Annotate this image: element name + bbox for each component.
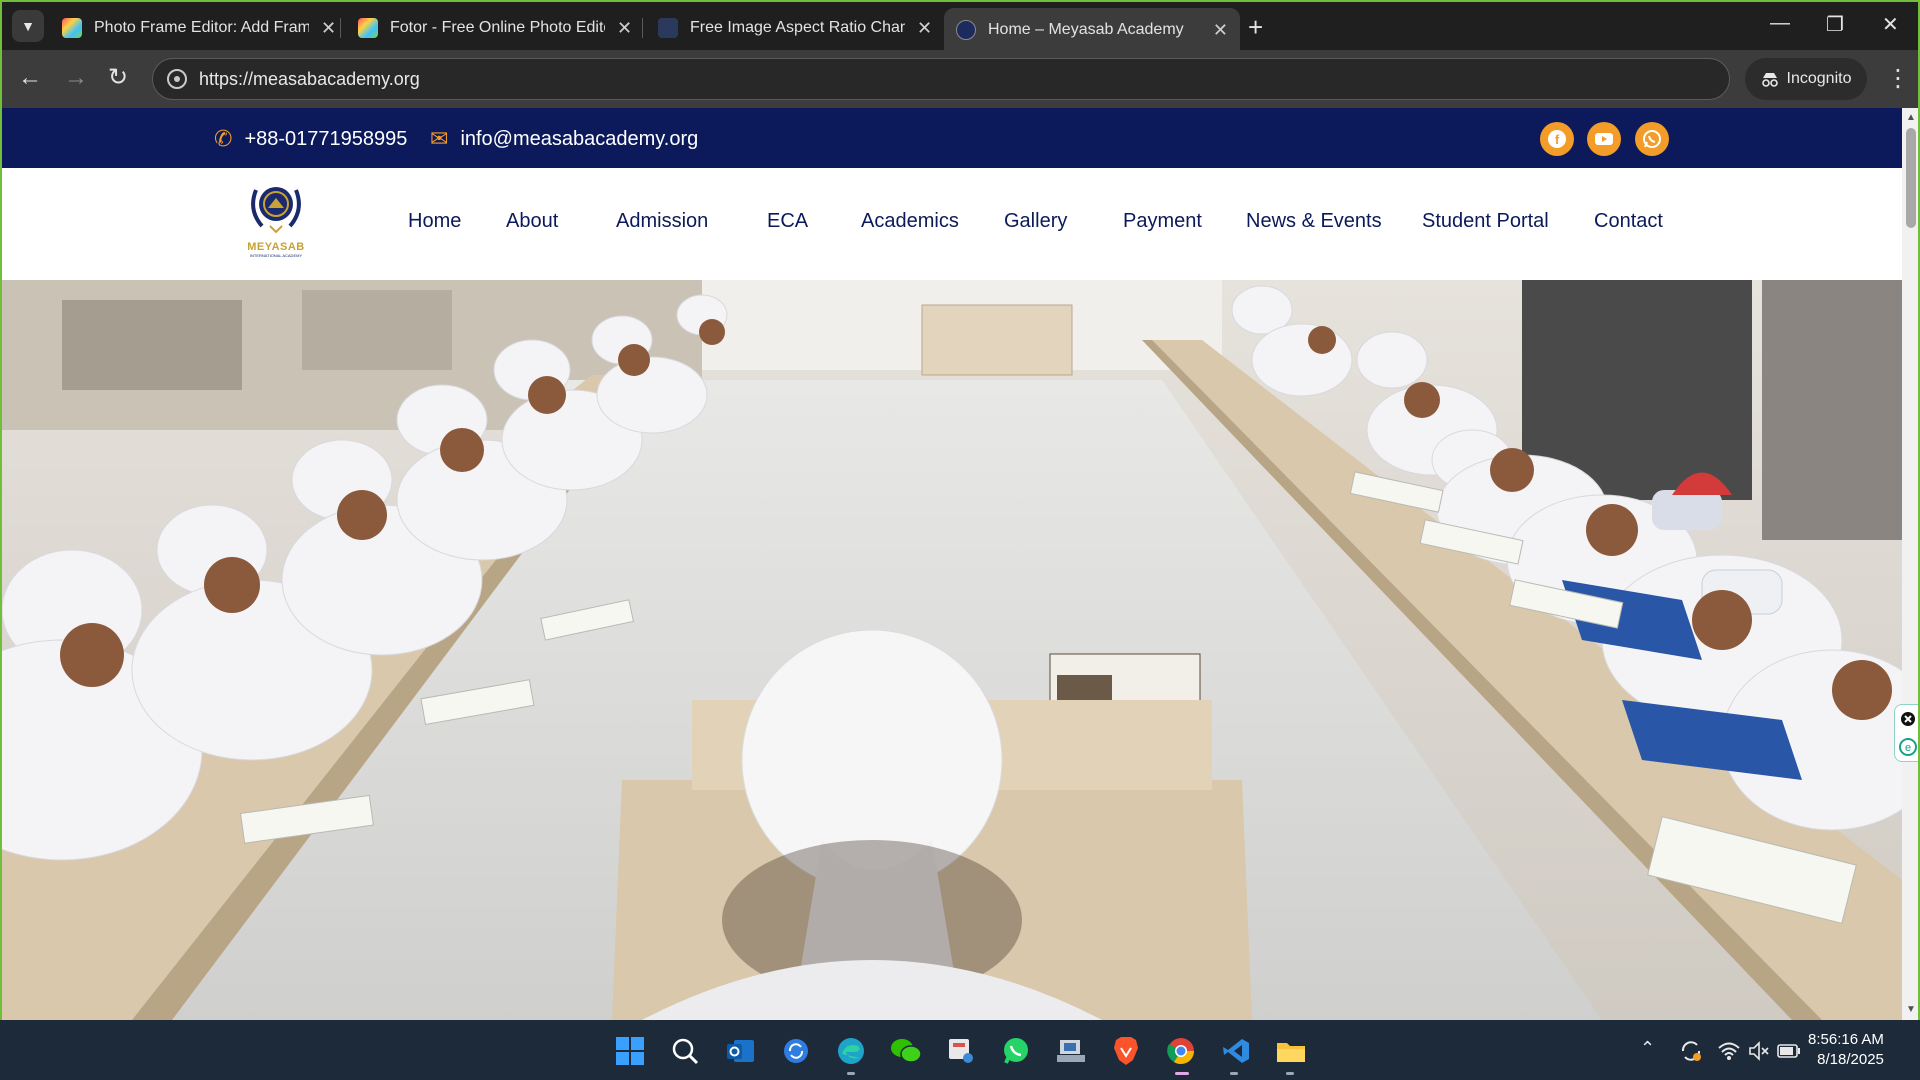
tab-title: Home – Meyasab Academy: [988, 21, 1184, 38]
vscode-icon[interactable]: [1219, 1034, 1253, 1068]
browser-menu-button[interactable]: ⋮: [1886, 64, 1910, 93]
running-indicator: [1286, 1072, 1294, 1075]
url-text[interactable]: https://measabacademy.org: [199, 69, 420, 90]
nav-student-portal[interactable]: Student Portal: [1422, 210, 1549, 233]
page-scrollbar[interactable]: ▲ ▼: [1902, 108, 1918, 1020]
logo-subtitle: INTERNATIONAL ACADEMY: [249, 253, 303, 258]
incognito-badge[interactable]: Incognito: [1745, 58, 1867, 100]
forward-button[interactable]: →: [64, 64, 88, 92]
reload-button[interactable]: ↻: [108, 64, 128, 92]
restore-button[interactable]: ❐: [1826, 12, 1844, 37]
tab-title: Free Image Aspect Ratio Chang: [690, 19, 905, 36]
youtube-icon[interactable]: [1587, 122, 1621, 156]
tab-favicon-icon: [62, 18, 82, 38]
tab-favicon-icon: [358, 18, 378, 38]
svg-text:f: f: [1555, 132, 1560, 147]
nav-gallery[interactable]: Gallery: [1004, 210, 1067, 233]
site-logo[interactable]: MEYASAB INTERNATIONAL ACADEMY: [242, 180, 310, 266]
tab-title: Photo Frame Editor: Add Frame: [94, 19, 309, 36]
brave-icon[interactable]: [1109, 1034, 1143, 1068]
nav-admission[interactable]: Admission: [616, 210, 708, 233]
nav-payment[interactable]: Payment: [1123, 210, 1202, 233]
windows-taskbar: ⌃ 8:56:16 AM 8/18/2025: [0, 1020, 1920, 1080]
address-bar[interactable]: https://measabacademy.org: [152, 58, 1730, 100]
clock-date: 8/18/2025: [1817, 1051, 1884, 1068]
floating-side-widget[interactable]: e: [1894, 704, 1918, 762]
facebook-icon[interactable]: f: [1540, 122, 1574, 156]
close-tab-icon[interactable]: ✕: [617, 18, 632, 39]
network-app-icon[interactable]: [1054, 1034, 1088, 1068]
nav-home[interactable]: Home: [408, 210, 461, 233]
main-navigation: MEYASAB INTERNATIONAL ACADEMY Home About…: [2, 168, 1902, 280]
email-address[interactable]: info@measabacademy.org: [460, 128, 698, 151]
tab-fotor[interactable]: Fotor - Free Online Photo Edito ✕: [346, 8, 644, 48]
volume-muted-icon[interactable]: [1742, 1034, 1776, 1068]
close-window-button[interactable]: ✕: [1882, 12, 1899, 37]
phone-number[interactable]: +88-01771958995: [244, 128, 407, 151]
tab-title: Fotor - Free Online Photo Edito: [390, 19, 605, 36]
nav-eca[interactable]: ECA: [767, 210, 808, 233]
windows-start-icon[interactable]: [613, 1034, 647, 1068]
whatsapp-taskbar-icon[interactable]: [999, 1034, 1033, 1068]
file-explorer-icon[interactable]: [1274, 1034, 1308, 1068]
tab-aspect-ratio[interactable]: Free Image Aspect Ratio Chang ✕: [646, 8, 944, 48]
nav-about[interactable]: About: [506, 210, 558, 233]
tab-search-button[interactable]: ▼: [12, 10, 44, 42]
close-widget-icon[interactable]: [1900, 711, 1916, 727]
browser-toolbar: ← → ↻ https://measabacademy.org Incognit…: [0, 50, 1920, 108]
scroll-thumb[interactable]: [1906, 128, 1916, 228]
mail-icon: ✉: [430, 126, 449, 151]
tab-photo-frame-editor[interactable]: Photo Frame Editor: Add Frame ✕: [50, 8, 348, 48]
tab-favicon-icon: [956, 20, 976, 40]
edge-icon[interactable]: [834, 1034, 868, 1068]
close-tab-icon[interactable]: ✕: [1213, 20, 1228, 41]
incognito-icon: [1761, 73, 1778, 87]
sync-icon[interactable]: [779, 1034, 813, 1068]
running-indicator: [847, 1072, 855, 1075]
page-viewport: ✆ +88-01771958995 ✉ info@measabacademy.o…: [0, 108, 1920, 1020]
snipping-tool-icon[interactable]: [944, 1034, 978, 1068]
scroll-down-icon[interactable]: ▼: [1906, 1004, 1916, 1015]
search-icon[interactable]: [668, 1034, 702, 1068]
chevron-down-icon: ▼: [21, 18, 35, 34]
svg-text:e: e: [1905, 742, 1911, 754]
academy-crest-icon: [251, 187, 301, 234]
chrome-icon[interactable]: [1164, 1034, 1198, 1068]
incognito-label: Incognito: [1786, 70, 1852, 87]
classroom-photo: [2, 280, 1902, 1020]
logo-name: MEYASAB: [247, 241, 305, 253]
update-icon[interactable]: [1674, 1034, 1708, 1068]
close-tab-icon[interactable]: ✕: [321, 18, 336, 39]
contact-topbar: ✆ +88-01771958995 ✉ info@measabacademy.o…: [2, 108, 1902, 168]
outlook-icon[interactable]: [724, 1034, 758, 1068]
scroll-up-icon[interactable]: ▲: [1906, 112, 1916, 123]
tab-divider: [642, 18, 643, 38]
hero-image: [2, 280, 1902, 1020]
show-hidden-icons-chevron[interactable]: ⌃: [1640, 1038, 1655, 1059]
minimize-button[interactable]: —: [1770, 12, 1790, 35]
tab-strip: ▼ Photo Frame Editor: Add Frame ✕ Fotor …: [0, 0, 1920, 52]
phone-icon: ✆: [214, 126, 233, 151]
active-app-indicator: [1175, 1072, 1189, 1075]
nav-academics[interactable]: Academics: [861, 210, 959, 233]
wifi-icon[interactable]: [1712, 1034, 1746, 1068]
battery-icon[interactable]: [1772, 1034, 1806, 1068]
close-tab-icon[interactable]: ✕: [917, 18, 932, 39]
new-tab-button[interactable]: +: [1248, 12, 1263, 42]
running-indicator: [1230, 1072, 1238, 1075]
nav-news-events[interactable]: News & Events: [1246, 210, 1382, 233]
nav-contact[interactable]: Contact: [1594, 210, 1663, 233]
back-button[interactable]: ←: [18, 64, 42, 92]
extension-icon[interactable]: e: [1899, 737, 1917, 756]
tab-favicon-icon: [658, 18, 678, 38]
email-contact[interactable]: ✉ info@measabacademy.org: [430, 126, 698, 152]
tab-meyasab-academy[interactable]: Home – Meyasab Academy ✕: [944, 8, 1240, 52]
clock-time: 8:56:16 AM: [1808, 1031, 1884, 1048]
phone-contact[interactable]: ✆ +88-01771958995: [214, 126, 407, 152]
site-info-icon[interactable]: [167, 69, 187, 89]
whatsapp-icon[interactable]: [1635, 122, 1669, 156]
system-clock[interactable]: 8:56:16 AM 8/18/2025: [1808, 1030, 1884, 1070]
tab-divider: [340, 18, 341, 38]
wechat-icon[interactable]: [889, 1034, 923, 1068]
